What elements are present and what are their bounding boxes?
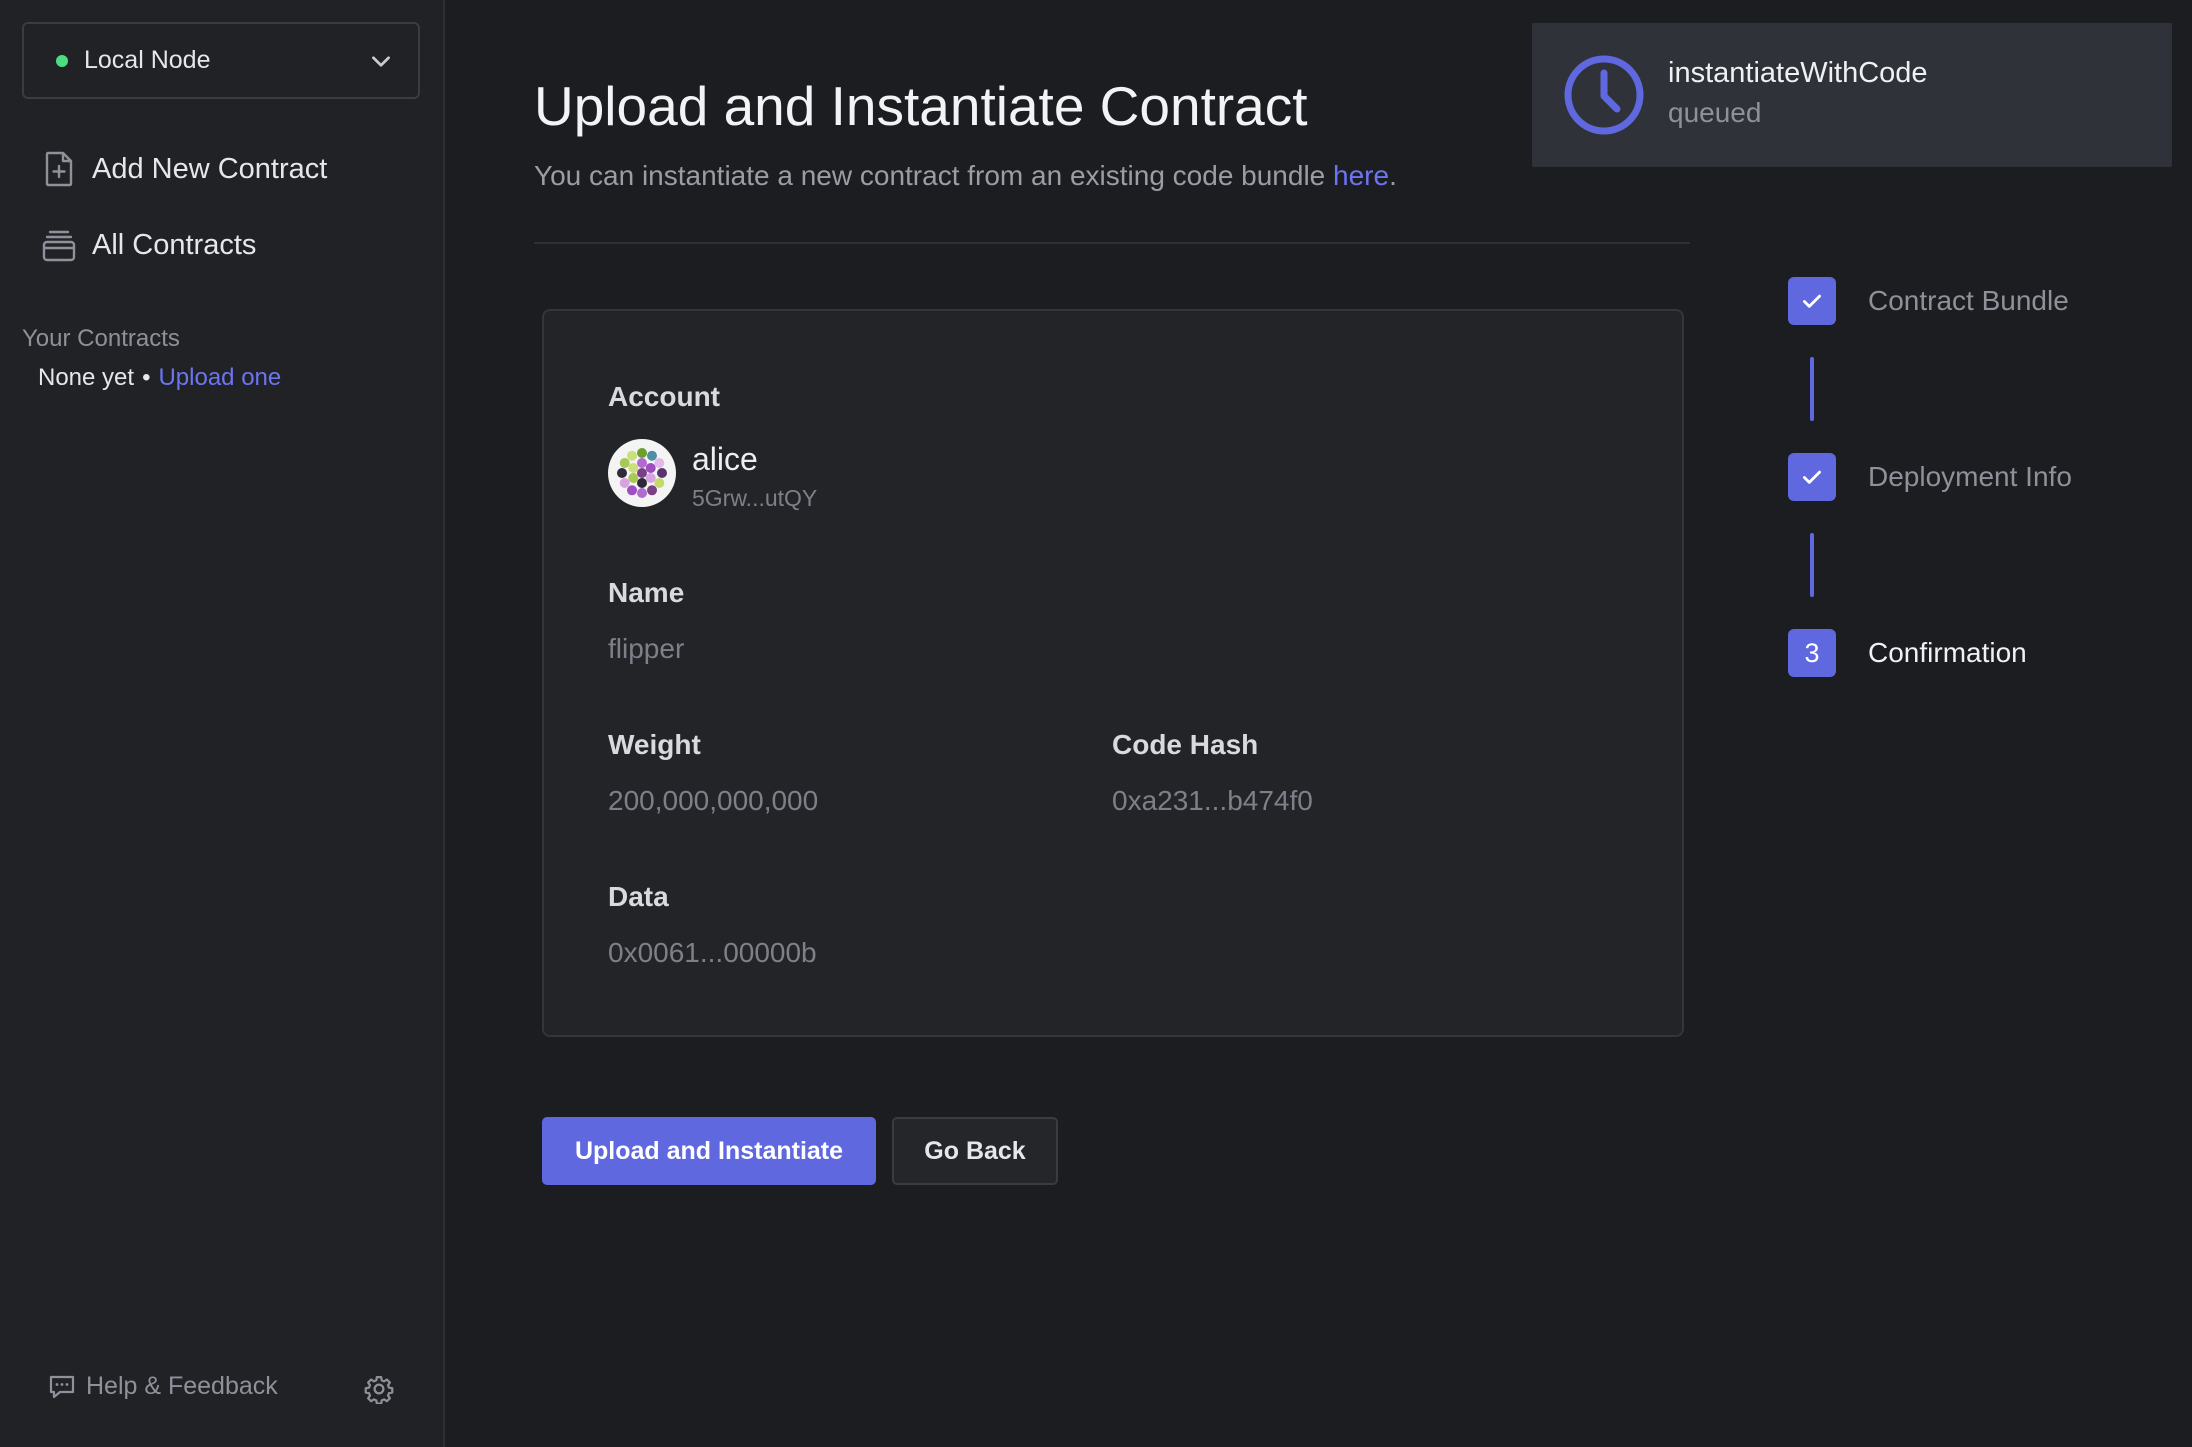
page-title: Upload and Instantiate Contract [534, 75, 1308, 137]
identicon-dot [645, 463, 656, 473]
identicon-dot [627, 450, 637, 461]
step-contract-bundle: Contract Bundle [1868, 285, 2069, 316]
identicon-dot [637, 448, 647, 458]
step-confirmation: Confirmation [1868, 637, 2027, 668]
identicon-dot [628, 473, 639, 483]
node-selector-label: Local Node [84, 46, 211, 74]
identicon-dot [627, 485, 637, 496]
identicon-dot [637, 478, 647, 488]
your-contracts-heading: Your Contracts [22, 325, 180, 352]
name-label: Name [608, 577, 685, 608]
data-value: 0x0061...00000b [608, 937, 817, 968]
check-icon [1803, 470, 1821, 484]
step-2-check [1788, 453, 1836, 501]
identicon-dot [628, 463, 639, 473]
nav-add-new-contract-label: Add New Contract [92, 152, 328, 185]
gear-icon[interactable] [364, 1374, 394, 1404]
your-contracts-empty-text: None yet [38, 364, 135, 391]
data-label: Data [608, 881, 669, 912]
identicon-dot [637, 468, 647, 478]
nav-all-contracts-label: All Contracts [92, 228, 257, 261]
step-connector-1 [1810, 357, 1814, 421]
identicon-dot [619, 478, 630, 488]
upload-and-instantiate-button[interactable]: Upload and Instantiate [542, 1117, 876, 1185]
identicon-dot [647, 450, 657, 461]
separator-dot: • [142, 364, 151, 391]
step-3-number: 3 [1788, 629, 1836, 677]
chevron-down-icon [372, 55, 390, 67]
nav-all-contracts[interactable]: All Contracts [40, 220, 256, 270]
transaction-toast: instantiateWithCode queued [1532, 23, 2172, 167]
chat-bubble-icon [49, 1375, 75, 1398]
here-link[interactable]: here [1333, 160, 1389, 191]
your-contracts-empty-state: None yet • Upload one [38, 364, 281, 392]
toast-status: queued [1668, 97, 1762, 128]
page-subtitle-text: You can instantiate a new contract from … [534, 160, 1334, 191]
page-subtitle: You can instantiate a new contract from … [534, 160, 1397, 192]
identicon-dot [637, 488, 647, 498]
account-avatar [608, 439, 676, 507]
identicon-dot [617, 468, 627, 478]
node-status-dot [56, 54, 68, 67]
name-value: flipper [608, 633, 685, 664]
step-connector-2 [1810, 533, 1814, 597]
stack-icon [40, 226, 78, 264]
help-feedback-label: Help & Feedback [86, 1372, 278, 1400]
sidebar: Local Node Add New Contract All Contract… [0, 0, 445, 1447]
file-plus-icon [40, 150, 78, 188]
identicon-dot [619, 458, 630, 468]
identicon-dot [654, 458, 665, 468]
code-hash-value: 0xa231...b474f0 [1112, 785, 1313, 816]
toast-title: instantiateWithCode [1668, 57, 1928, 89]
identicon-dot [637, 458, 647, 468]
weight-value: 200,000,000,000 [608, 785, 819, 816]
confirmation-card: Account alice 5Grw...utQY Name flipper W… [542, 309, 1684, 1037]
identicon-dot [654, 478, 665, 488]
account-name: alice [692, 441, 758, 477]
clock-icon [1564, 55, 1644, 135]
header-divider [534, 242, 1690, 244]
code-hash-label: Code Hash [1112, 729, 1259, 760]
upload-one-link[interactable]: Upload one [158, 364, 281, 391]
check-icon [1803, 294, 1821, 308]
help-feedback-link[interactable]: Help & Feedback [48, 1372, 278, 1401]
step-1-check [1788, 277, 1836, 325]
identicon-dot [647, 485, 657, 496]
node-selector[interactable]: Local Node [22, 22, 420, 99]
account-label: Account [608, 381, 720, 412]
identicon-dot [645, 473, 656, 483]
identicon-dot [657, 468, 667, 478]
go-back-button[interactable]: Go Back [892, 1117, 1058, 1185]
account-address: 5Grw...utQY [692, 485, 818, 511]
step-deployment-info: Deployment Info [1868, 461, 2072, 492]
page-subtitle-end: . [1389, 160, 1397, 191]
nav-add-new-contract[interactable]: Add New Contract [40, 144, 327, 194]
weight-label: Weight [608, 729, 701, 760]
